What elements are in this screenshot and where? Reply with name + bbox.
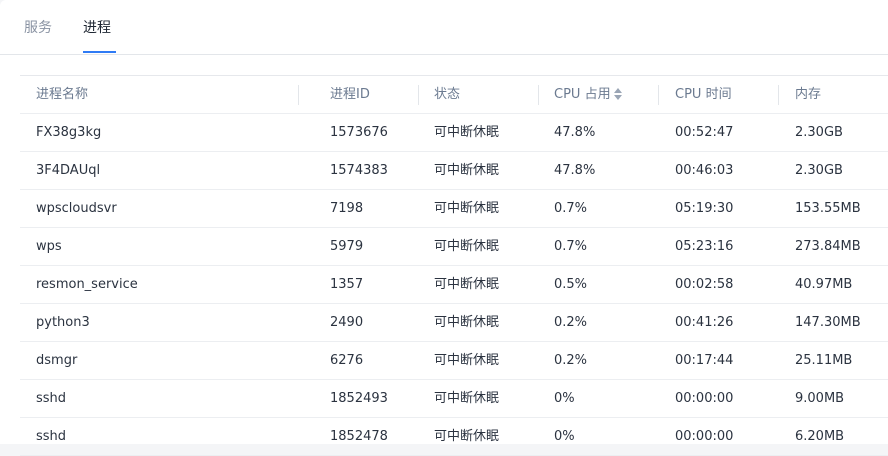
cell-memory: 25.11MB [795,353,853,368]
table-header-row: 进程名称 进程ID 状态 CPU 占用 CPU 时间 内存 [20,76,888,114]
cell-cpu-time: 00:41:26 [675,315,734,330]
cell-memory: 9.00MB [795,391,845,406]
cell-pid: 1852478 [330,429,388,444]
cell-process-name: wpscloudsvr [36,201,117,216]
cell-cpu-usage: 47.8% [554,125,596,140]
cell-pid: 1574383 [330,163,388,178]
cell-status: 可中断休眠 [434,239,500,254]
table-row[interactable]: wps 5979 可中断休眠 0.7% 05:23:16 273.84MB [20,228,888,266]
cell-cpu-usage: 0.5% [554,277,588,292]
column-header-pid[interactable]: 进程ID [330,76,370,113]
cell-cpu-time: 00:00:00 [675,429,734,444]
cell-cpu-time: 00:00:00 [675,391,734,406]
column-divider[interactable] [658,85,659,105]
cell-process-name: python3 [36,315,90,330]
table-row[interactable]: resmon_service 1357 可中断休眠 0.5% 00:02:58 … [20,266,888,304]
column-header-cpu-usage-label: CPU 占用 [554,87,611,102]
sort-updown-icon[interactable] [613,87,622,100]
cell-process-name: sshd [36,391,67,406]
cell-status: 可中断休眠 [434,163,500,178]
column-header-cpu-time[interactable]: CPU 时间 [675,76,732,113]
table-row[interactable]: FX38g3kg 1573676 可中断休眠 47.8% 00:52:47 2.… [20,114,888,152]
cell-status: 可中断休眠 [434,125,500,140]
cell-cpu-usage: 0.2% [554,315,588,330]
cell-cpu-usage: 0.7% [554,201,588,216]
cell-memory: 153.55MB [795,201,861,216]
cell-pid: 1357 [330,277,364,292]
cell-pid: 1852493 [330,391,388,406]
cell-pid: 2490 [330,315,364,330]
cell-status: 可中断休眠 [434,315,500,330]
table-row[interactable]: 3F4DAUql 1574383 可中断休眠 47.8% 00:46:03 2.… [20,152,888,190]
column-header-name[interactable]: 进程名称 [36,76,88,113]
cell-process-name: resmon_service [36,277,138,292]
table-row[interactable]: sshd 1852493 可中断休眠 0% 00:00:00 9.00MB [20,380,888,418]
cell-cpu-time: 00:17:44 [675,353,734,368]
cell-process-name: wps [36,239,62,254]
cell-cpu-usage: 0% [554,391,575,406]
column-header-memory[interactable]: 内存 [795,76,821,113]
cell-cpu-usage: 47.8% [554,163,596,178]
cell-cpu-time: 05:19:30 [675,201,734,216]
cell-process-name: sshd [36,429,67,444]
cell-pid: 6276 [330,353,364,368]
cell-cpu-usage: 0.7% [554,239,588,254]
active-tab-indicator [83,51,116,53]
cell-process-name: FX38g3kg [36,125,102,140]
cell-pid: 5979 [330,239,364,254]
cell-process-name: 3F4DAUql [36,163,101,178]
cell-status: 可中断休眠 [434,201,500,216]
cell-status: 可中断休眠 [434,277,500,292]
cell-status: 可中断休眠 [434,429,500,444]
table-row[interactable]: sshd 1852478 可中断休眠 0% 00:00:00 6.20MB [20,418,888,456]
table-row[interactable]: dsmgr 6276 可中断休眠 0.2% 00:17:44 25.11MB [20,342,888,380]
column-divider[interactable] [778,85,779,105]
cell-memory: 2.30GB [795,125,843,140]
column-divider[interactable] [418,85,419,105]
tab-bar: 服务 进程 [0,0,888,55]
cell-memory: 147.30MB [795,315,861,330]
cell-status: 可中断休眠 [434,391,500,406]
tab-processes[interactable]: 进程 [83,18,111,38]
column-divider[interactable] [538,85,539,105]
cell-cpu-time: 00:02:58 [675,277,734,292]
cell-pid: 7198 [330,201,364,216]
process-table: 进程名称 进程ID 状态 CPU 占用 CPU 时间 内存 FX38g3kg 1… [20,75,888,456]
process-panel: 服务 进程 进程名称 进程ID 状态 CPU 占用 CPU 时间 内存 FX38… [0,0,888,456]
column-header-cpu-usage[interactable]: CPU 占用 [554,76,622,113]
cell-cpu-time: 05:23:16 [675,239,734,254]
table-row[interactable]: python3 2490 可中断休眠 0.2% 00:41:26 147.30M… [20,304,888,342]
cell-cpu-usage: 0% [554,429,575,444]
cell-cpu-time: 00:52:47 [675,125,734,140]
column-divider[interactable] [298,85,299,105]
table-row[interactable]: wpscloudsvr 7198 可中断休眠 0.7% 05:19:30 153… [20,190,888,228]
cell-cpu-usage: 0.2% [554,353,588,368]
cell-pid: 1573676 [330,125,388,140]
cell-status: 可中断休眠 [434,353,500,368]
tab-services[interactable]: 服务 [24,18,52,38]
cell-memory: 6.20MB [795,429,845,444]
cell-memory: 2.30GB [795,163,843,178]
column-header-status[interactable]: 状态 [434,76,460,113]
cell-cpu-time: 00:46:03 [675,163,734,178]
cell-process-name: dsmgr [36,353,78,368]
cell-memory: 40.97MB [795,277,853,292]
cell-memory: 273.84MB [795,239,861,254]
